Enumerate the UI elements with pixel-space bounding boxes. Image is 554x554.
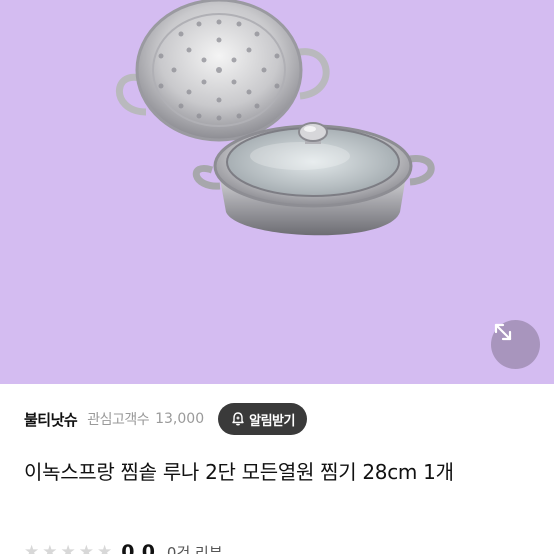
expand-image-button[interactable] [491, 320, 540, 369]
product-image[interactable] [0, 0, 554, 384]
rating-value: 0.0 [121, 541, 155, 554]
store-name-link[interactable]: 불티낫슈 [24, 409, 78, 430]
rating-row: ★ ★ ★ ★ ★ 0.0 0건 리뷰 [24, 540, 534, 554]
star-icon: ★ [24, 542, 41, 554]
favorites-label: 관심고객수 [87, 412, 150, 428]
notify-button[interactable]: 알림받기 [218, 403, 307, 435]
favorites-count: 13,000 [155, 411, 205, 427]
rating-stars: ★ ★ ★ ★ ★ [24, 542, 115, 554]
seller-row: 불티낫슈 관심고객수 13,000 알림받기 [24, 401, 534, 437]
product-title: 이녹스프랑 찜솥 루나 2단 모든열원 찜기 28cm 1개 [24, 460, 454, 484]
star-icon: ★ [60, 542, 77, 554]
star-icon: ★ [42, 542, 59, 554]
expand-arrows-icon [494, 323, 512, 341]
bell-plus-icon [230, 411, 246, 427]
star-icon: ★ [78, 542, 95, 554]
review-count-link[interactable]: 0건 리뷰 [167, 542, 223, 554]
steamer-pot-illustration [116, 0, 435, 236]
notify-button-label: 알림받기 [249, 413, 295, 429]
star-icon: ★ [97, 542, 114, 554]
